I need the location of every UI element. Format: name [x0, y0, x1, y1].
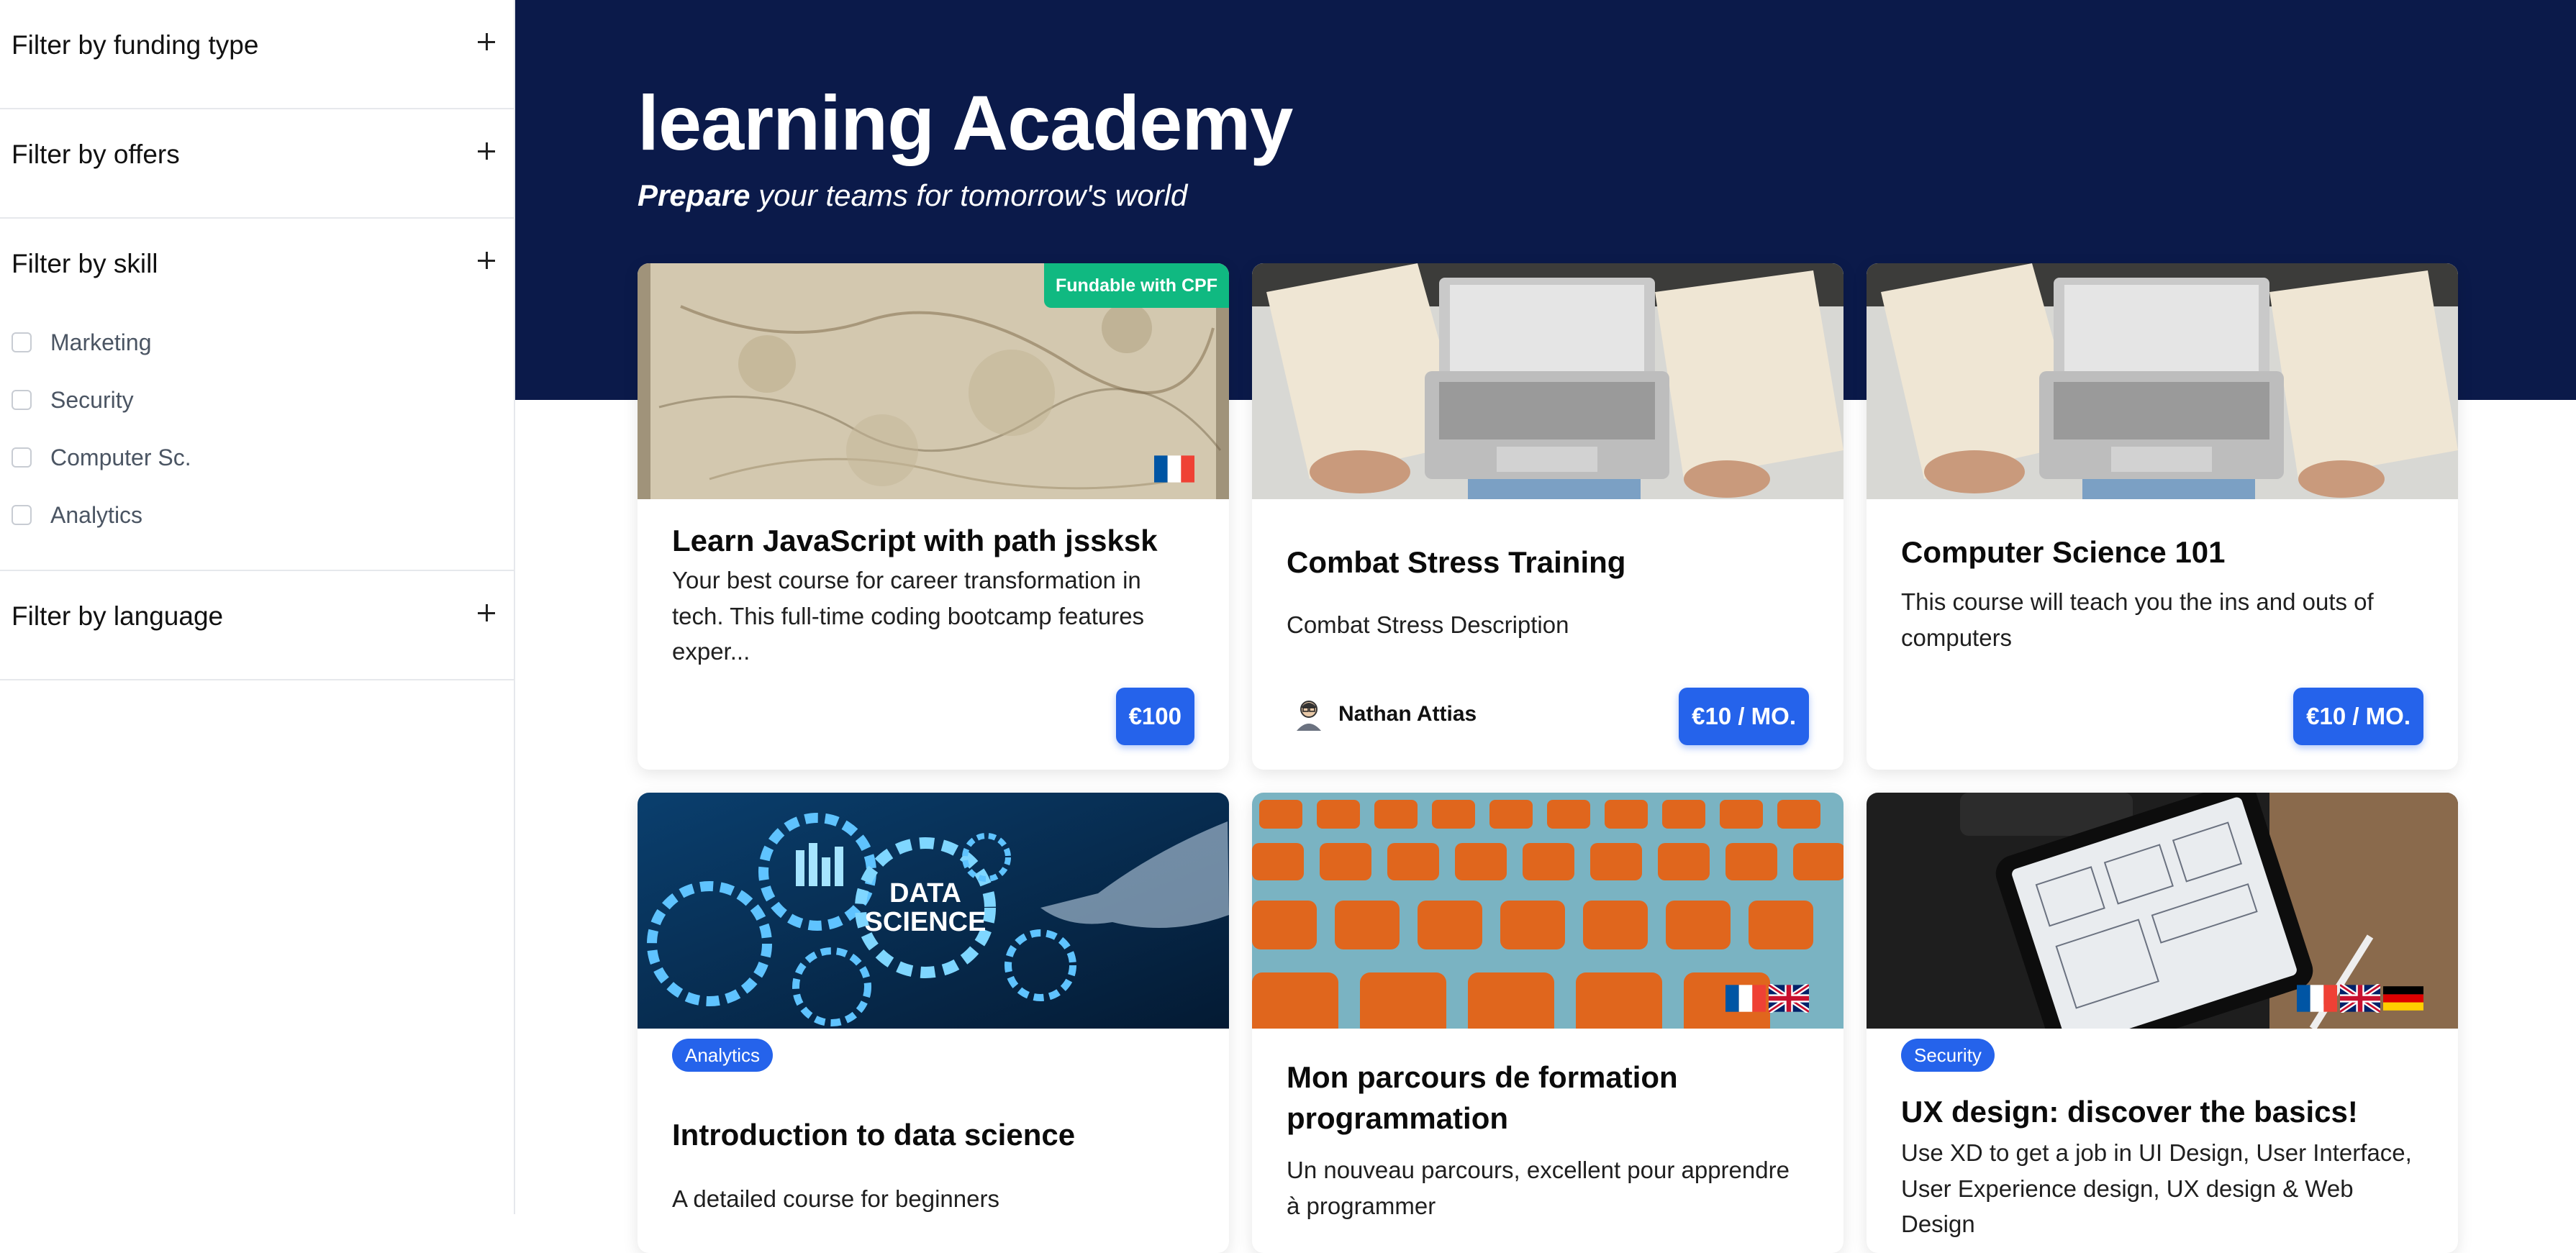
fr-flag-icon: [2297, 985, 2337, 1012]
uk-flag-icon: [1769, 984, 1809, 1013]
course-card[interactable]: Security UX design: discover the basics!…: [1867, 793, 2458, 1253]
filter-offers[interactable]: Filter by offers: [0, 109, 514, 219]
data-science-image-icon: DATA SCIENCE: [638, 793, 1229, 1029]
course-description: This course will teach you the ins and o…: [1901, 588, 2374, 651]
language-flags: [1725, 984, 1809, 1013]
course-image-laptop: [1252, 263, 1843, 499]
course-title[interactable]: Mon parcours de formation programmation: [1287, 1057, 1809, 1139]
expand-plus-icon[interactable]: [472, 246, 501, 275]
skill-tag: Analytics: [672, 1039, 774, 1072]
course-image-data-science: DATA SCIENCE: [638, 793, 1229, 1029]
course-description: Use XD to get a job in UI Design, User I…: [1901, 1139, 2412, 1237]
skill-option-computer-sc[interactable]: Computer Sc.: [12, 436, 191, 479]
filter-skill[interactable]: Filter by skill: [0, 219, 514, 328]
author: Nathan Attias: [1294, 698, 1477, 731]
svg-text:DATA: DATA: [889, 878, 961, 908]
skill-option-marketing[interactable]: Marketing: [12, 321, 152, 364]
fr-flag-icon: [1154, 455, 1194, 483]
course-description: Your best course for career transformati…: [672, 567, 1145, 665]
course-title[interactable]: Learn JavaScript with path jssksk: [672, 521, 1194, 562]
skill-tag: Security: [1901, 1039, 1995, 1072]
course-card[interactable]: Fundable with CPF Learn JavaScript with …: [638, 263, 1229, 770]
course-title[interactable]: UX design: discover the basics!: [1901, 1092, 2423, 1133]
course-image-map: Fundable with CPF: [638, 263, 1229, 499]
language-flags: [2297, 984, 2423, 1013]
course-title[interactable]: Combat Stress Training: [1287, 542, 1809, 583]
course-image-tablet: [1867, 793, 2458, 1029]
checkbox[interactable]: [12, 390, 32, 410]
page-title: learning Academy: [638, 79, 1293, 166]
course-description: Combat Stress Description: [1287, 611, 1569, 638]
cpf-badge: Fundable with CPF: [1044, 263, 1229, 308]
filter-skill-group: Filter by skill Marketing Security Compu…: [0, 219, 514, 571]
language-flags: [1154, 455, 1194, 483]
author-name: Nathan Attias: [1338, 702, 1477, 726]
checkbox[interactable]: [12, 332, 32, 352]
laptop-books-image-icon: [1867, 263, 2458, 499]
skill-option-label: Analytics: [50, 501, 143, 528]
filter-funding-type-label: Filter by funding type: [12, 30, 259, 60]
skill-option-analytics[interactable]: Analytics: [12, 493, 142, 537]
filter-offers-label: Filter by offers: [12, 140, 180, 169]
expand-plus-icon[interactable]: [472, 598, 501, 627]
checkbox[interactable]: [12, 447, 32, 468]
filter-language-label: Filter by language: [12, 601, 224, 631]
filter-language[interactable]: Filter by language: [0, 571, 514, 680]
skill-option-security[interactable]: Security: [12, 378, 134, 422]
course-card[interactable]: Mon parcours de formation programmation …: [1252, 793, 1843, 1253]
price-button[interactable]: €100: [1115, 688, 1194, 745]
skill-option-label: Security: [50, 386, 134, 413]
expand-plus-icon[interactable]: [472, 137, 501, 165]
de-flag-icon: [2383, 986, 2423, 1011]
subtitle-text: your teams for tomorrow's world: [750, 178, 1188, 212]
svg-text:SCIENCE: SCIENCE: [865, 907, 987, 937]
price-button[interactable]: €10 / MO.: [2293, 688, 2423, 745]
filter-funding-type[interactable]: Filter by funding type: [0, 0, 514, 109]
course-title[interactable]: Computer Science 101: [1901, 532, 2423, 573]
uk-flag-icon: [2340, 984, 2380, 1013]
course-title[interactable]: Introduction to data science: [672, 1115, 1194, 1156]
price-button[interactable]: €10 / MO.: [1679, 688, 1809, 745]
filter-skill-label: Filter by skill: [12, 249, 158, 278]
fr-flag-icon: [1725, 985, 1766, 1012]
course-card[interactable]: DATA SCIENCE Analytics Introduction to d…: [638, 793, 1229, 1253]
filter-sidebar: Filter by funding type Filter by offers …: [0, 0, 515, 1214]
course-image-laptop: [1867, 263, 2458, 499]
course-description: Un nouveau parcours, excellent pour appr…: [1287, 1157, 1790, 1219]
course-card[interactable]: Computer Science 101 This course will te…: [1867, 263, 2458, 770]
subtitle-emphasis: Prepare: [638, 178, 750, 212]
course-card[interactable]: Combat Stress Training Combat Stress Des…: [1252, 263, 1843, 770]
skill-option-label: Computer Sc.: [50, 444, 191, 470]
skill-option-label: Marketing: [50, 329, 152, 355]
author-avatar-icon: [1297, 701, 1321, 731]
course-image-auditorium: [1252, 793, 1843, 1029]
page-subtitle: Prepare your teams for tomorrow's world: [638, 178, 1187, 213]
laptop-books-image-icon: [1252, 263, 1843, 499]
expand-plus-icon[interactable]: [472, 27, 501, 56]
checkbox[interactable]: [12, 505, 32, 525]
course-description: A detailed course for beginners: [672, 1185, 999, 1212]
